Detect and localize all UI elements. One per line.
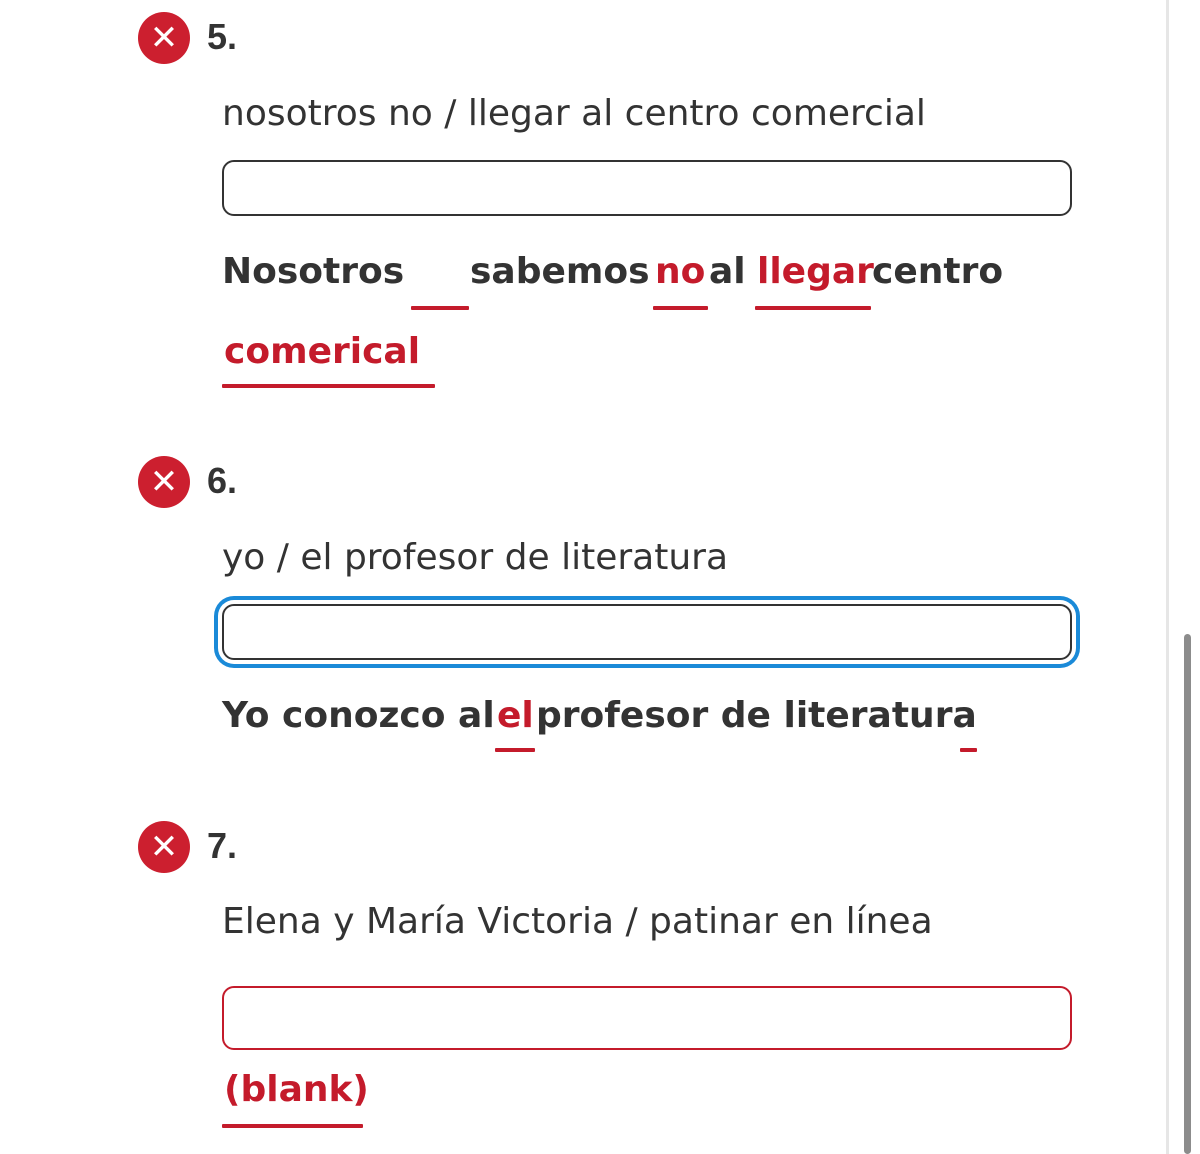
error-underline: [222, 384, 435, 388]
scroll-track-divider: [1166, 0, 1169, 1154]
error-underline: [653, 306, 708, 310]
error-underline: [495, 748, 535, 752]
feedback-word: centro: [872, 251, 1004, 292]
missing-word-marker: [411, 306, 469, 310]
feedback-error-word: no: [655, 251, 706, 292]
missing-punctuation-marker: [960, 748, 977, 752]
feedback-word: Nosotros: [222, 251, 405, 292]
answer-input[interactable]: [222, 160, 1072, 216]
feedback-error-word: (blank): [224, 1069, 369, 1110]
question-number: 7.: [207, 825, 238, 866]
feedback-error-word: llegar: [757, 251, 874, 292]
incorrect-x-icon: ✕: [138, 12, 190, 64]
question-prompt: nosotros no / llegar al centro comercial: [222, 93, 926, 134]
question-prompt: Elena y María Victoria / patinar en líne…: [222, 901, 933, 942]
question-number: 5.: [207, 16, 238, 57]
answer-feedback: (blank): [222, 1068, 522, 1134]
answer-feedback: Nosotros sabemos no al llegar centro com…: [222, 250, 1122, 400]
feedback-word: sabemos: [470, 251, 650, 292]
scrollbar-thumb[interactable]: [1184, 634, 1191, 1154]
question-number: 6.: [207, 460, 238, 501]
error-underline: [222, 1124, 363, 1128]
feedback-word: profesor de literatura: [536, 695, 977, 736]
answer-input[interactable]: [222, 986, 1072, 1050]
feedback-error-word: el: [497, 695, 534, 736]
feedback-word: Yo conozco al: [222, 695, 495, 736]
error-underline: [755, 306, 871, 310]
feedback-error-word: comerical: [224, 331, 421, 372]
incorrect-x-icon: ✕: [138, 456, 190, 508]
feedback-word: al: [709, 251, 746, 292]
incorrect-x-icon: ✕: [138, 821, 190, 873]
question-prompt: yo / el profesor de literatura: [222, 537, 729, 578]
quiz-results-content: ✕ 5. nosotros no / llegar al centro come…: [0, 0, 1166, 1154]
answer-input[interactable]: [222, 604, 1072, 660]
answer-feedback: Yo conozco al el profesor de literatura: [222, 694, 1122, 764]
